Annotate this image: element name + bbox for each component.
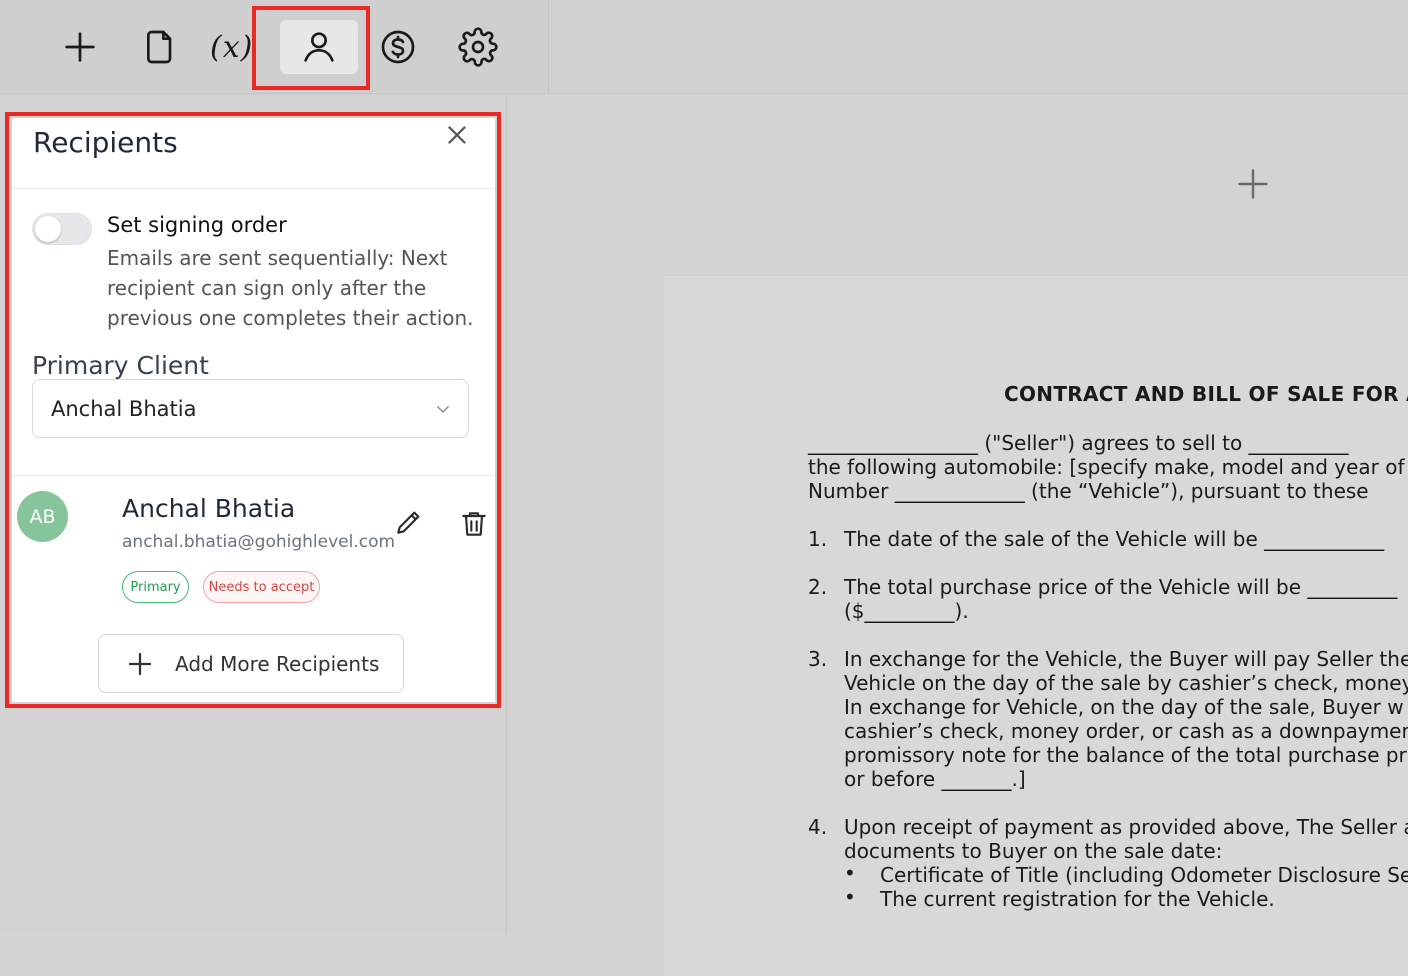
status-badge: Needs to accept	[203, 571, 320, 603]
divider	[12, 475, 495, 476]
list-number: 4.	[808, 815, 828, 839]
list-number: 1.	[808, 527, 828, 551]
list-item-line: cashier’s check, money order, or cash as…	[844, 719, 1408, 743]
close-icon	[448, 126, 466, 144]
bullet-icon: •	[844, 885, 856, 909]
signing-order-toggle[interactable]	[32, 213, 92, 245]
list-item-line: promissory note for the balance of the t…	[844, 743, 1407, 767]
plus-icon	[1238, 169, 1268, 199]
document-page[interactable]: CONTRACT AND BILL OF SALE FOR A ________…	[664, 276, 1408, 976]
document-icon	[147, 30, 172, 64]
documents-button[interactable]	[130, 20, 190, 74]
divider	[12, 188, 495, 189]
edit-recipient-button[interactable]	[393, 506, 425, 538]
list-number: 3.	[808, 647, 828, 671]
recipients-panel: Recipients Set signing order Emails are …	[12, 118, 495, 702]
panel-title: Recipients	[33, 126, 178, 159]
list-item-line: The date of the sale of the Vehicle will…	[844, 527, 1385, 551]
payments-button[interactable]	[368, 20, 428, 74]
list-item-line: or before _______.]	[844, 767, 1026, 791]
recipient-email: anchal.bhatia@gohighlevel.com	[122, 532, 396, 552]
add-page-button[interactable]	[1235, 166, 1271, 202]
bullet-item: The current registration for the Vehicle…	[880, 887, 1275, 911]
primary-client-label: Primary Client	[32, 351, 209, 380]
recipients-button[interactable]	[280, 20, 358, 74]
list-item-line: ($_________).	[844, 599, 969, 623]
user-icon	[304, 32, 334, 62]
delete-recipient-button[interactable]	[458, 508, 490, 540]
settings-button[interactable]	[448, 20, 508, 74]
signing-order-description: Emails are sent sequentially: Next recip…	[107, 246, 474, 330]
pencil-icon	[397, 511, 420, 534]
dollar-circle-icon	[381, 30, 415, 64]
list-item-line: documents to Buyer on the sale date:	[844, 839, 1223, 863]
add-element-button[interactable]	[50, 20, 110, 74]
list-item-line: Upon receipt of payment as provided abov…	[844, 815, 1408, 839]
close-panel-button[interactable]	[442, 120, 472, 150]
editor-toolbar: (x)	[0, 0, 549, 94]
plus-icon	[65, 32, 95, 62]
document-line: _________________ ("Seller") agrees to s…	[808, 431, 1349, 455]
add-more-recipients-label: Add More Recipients	[175, 651, 380, 676]
bullet-item: Certificate of Title (including Odometer…	[880, 863, 1408, 887]
list-number: 2.	[808, 575, 828, 599]
list-item-line: Vehicle on the day of the sale by cashie…	[844, 671, 1408, 695]
signing-order-title: Set signing order	[107, 213, 287, 237]
gear-icon	[458, 27, 498, 67]
trash-icon	[462, 512, 486, 536]
plus-icon	[128, 652, 152, 675]
list-item-line: In exchange for the Vehicle, the Buyer w…	[844, 647, 1408, 671]
primary-client-value: Anchal Bhatia	[51, 396, 197, 421]
avatar: AB	[17, 491, 68, 542]
primary-badge: Primary	[122, 571, 189, 603]
toggle-knob	[35, 216, 61, 242]
chevron-down-icon	[437, 406, 449, 413]
list-item-line: The total purchase price of the Vehicle …	[844, 575, 1398, 599]
document-line: the following automobile: [specify make,…	[808, 455, 1405, 479]
toolbar-empty-area	[549, 0, 1408, 94]
primary-client-select[interactable]: Anchal Bhatia	[32, 379, 469, 438]
variables-button[interactable]: (x)	[210, 20, 256, 74]
add-more-recipients-button[interactable]: Add More Recipients	[98, 634, 404, 693]
document-line: Number _____________ (the “Vehicle”), pu…	[808, 479, 1369, 503]
variable-icon: (x)	[210, 29, 254, 65]
recipient-name: Anchal Bhatia	[122, 494, 296, 523]
bullet-icon: •	[844, 861, 856, 885]
list-item-line: In exchange for Vehicle, on the day of t…	[844, 695, 1404, 719]
document-heading: CONTRACT AND BILL OF SALE FOR A	[1004, 382, 1408, 406]
